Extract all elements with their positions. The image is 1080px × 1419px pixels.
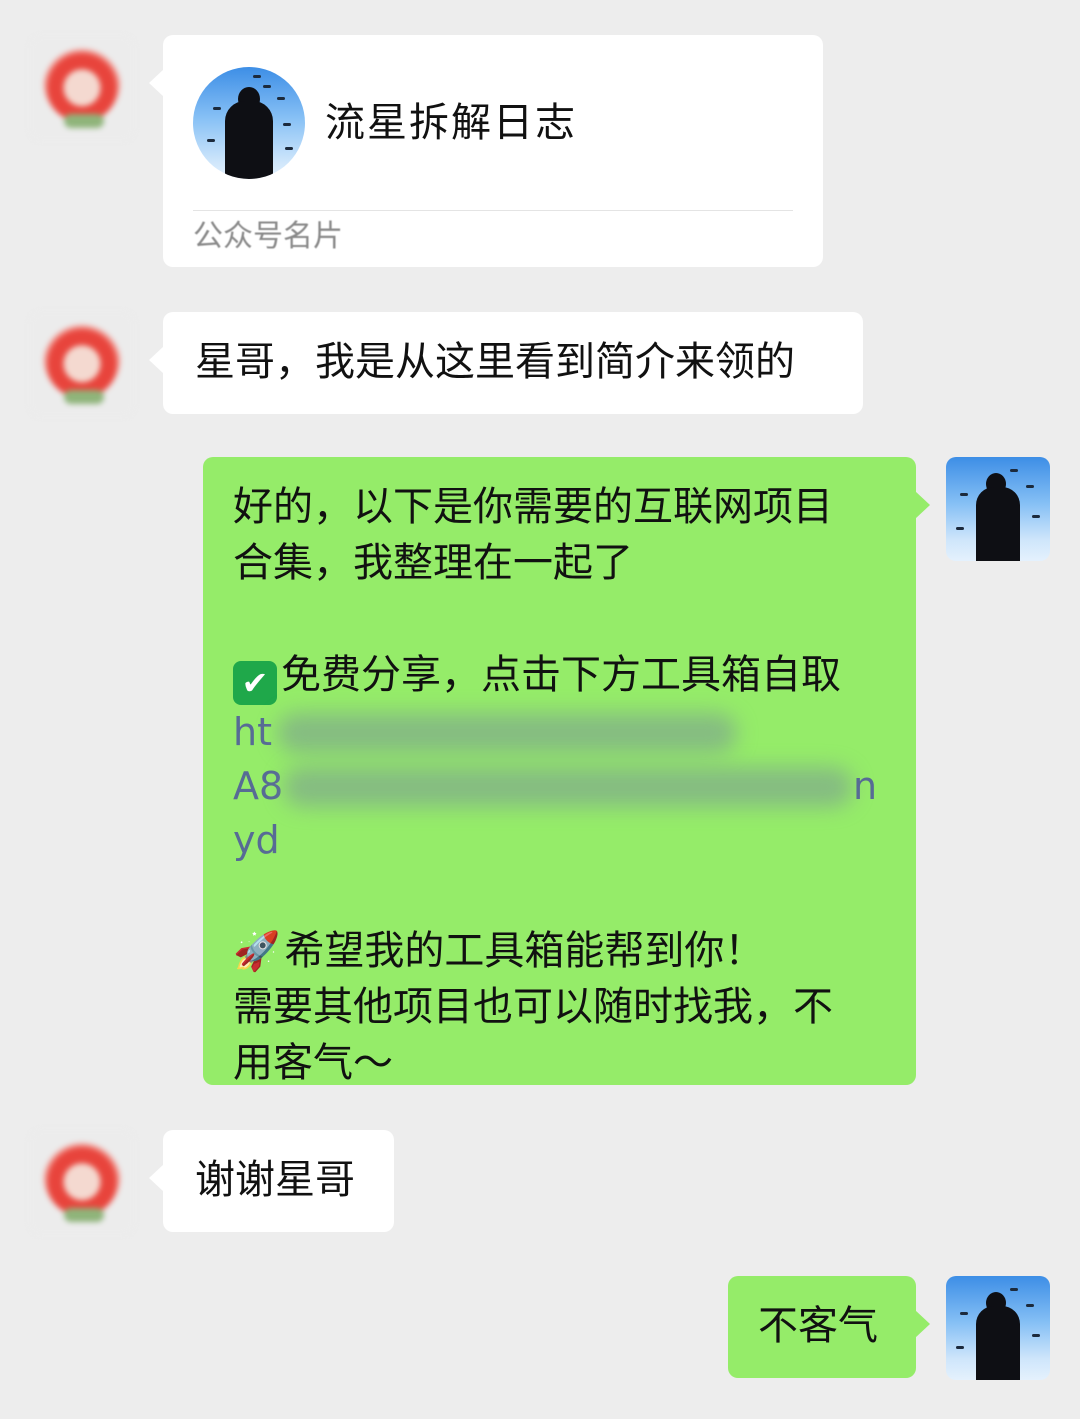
message-link[interactable]: A8 n <box>233 759 886 813</box>
message-text-line: 🚀 希望我的工具箱能帮到你！ <box>233 923 886 979</box>
link-text-visible: A8 <box>233 764 284 808</box>
avatar-decoration <box>64 1208 104 1222</box>
message-text: 不客气 <box>758 1303 878 1349</box>
avatar-figure <box>976 1306 1020 1380</box>
avatar-figure <box>976 487 1020 561</box>
my-avatar[interactable] <box>946 457 1050 561</box>
message-text-line: 合集，我整理在一起了 <box>233 540 633 586</box>
received-message-bubble[interactable]: 星哥，我是从这里看到简介来领的 <box>149 312 863 414</box>
message-text-line: 用客气～ <box>233 1040 393 1086</box>
contact-avatar[interactable] <box>30 36 134 140</box>
message-text: 谢谢星哥 <box>195 1157 355 1203</box>
account-card-divider <box>193 210 793 211</box>
account-card-bubble[interactable]: 流星拆解日志 公众号名片 <box>149 35 823 267</box>
check-mark-emoji-icon: ✔ <box>233 661 277 705</box>
avatar-image <box>44 46 120 122</box>
message-link[interactable]: yd <box>233 813 886 867</box>
rocket-emoji-icon: 🚀 <box>233 929 281 973</box>
message-text-line: ✔ 免费分享，点击下方工具箱自取 <box>233 647 886 705</box>
sent-message-bubble[interactable]: 好的，以下是你需要的互联网项目 合集，我整理在一起了 ✔ 免费分享，点击下方工具箱… <box>203 457 930 1086</box>
link-text-visible: n <box>853 764 878 808</box>
message-link[interactable]: ht <box>233 705 886 759</box>
message-text-segment: 希望我的工具箱能帮到你！ <box>284 928 765 974</box>
blurred-link-text <box>277 713 737 753</box>
contact-avatar[interactable] <box>30 1130 134 1234</box>
account-card-name: 流星拆解日志 <box>325 100 577 146</box>
contact-avatar[interactable] <box>30 312 134 416</box>
link-text-visible: ht <box>233 710 272 754</box>
avatar-decoration <box>64 114 104 128</box>
message-text-segment: 免费分享，点击下方工具箱自取 <box>281 652 841 698</box>
message-text-line: 需要其他项目也可以随时找我，不 <box>233 984 833 1030</box>
blurred-link-text <box>283 767 853 807</box>
avatar-image <box>44 322 120 398</box>
my-avatar[interactable] <box>946 1276 1050 1380</box>
message-text-line: 好的，以下是你需要的互联网项目 <box>233 484 833 530</box>
account-card-type-label: 公众号名片 <box>193 219 343 254</box>
avatar-image <box>44 1140 120 1216</box>
account-card-avatar <box>193 67 305 179</box>
message-text: 星哥，我是从这里看到简介来领的 <box>195 339 795 385</box>
received-message-bubble[interactable]: 谢谢星哥 <box>149 1130 394 1232</box>
avatar-decoration <box>64 390 104 404</box>
sent-message-bubble[interactable]: 不客气 <box>728 1276 930 1378</box>
